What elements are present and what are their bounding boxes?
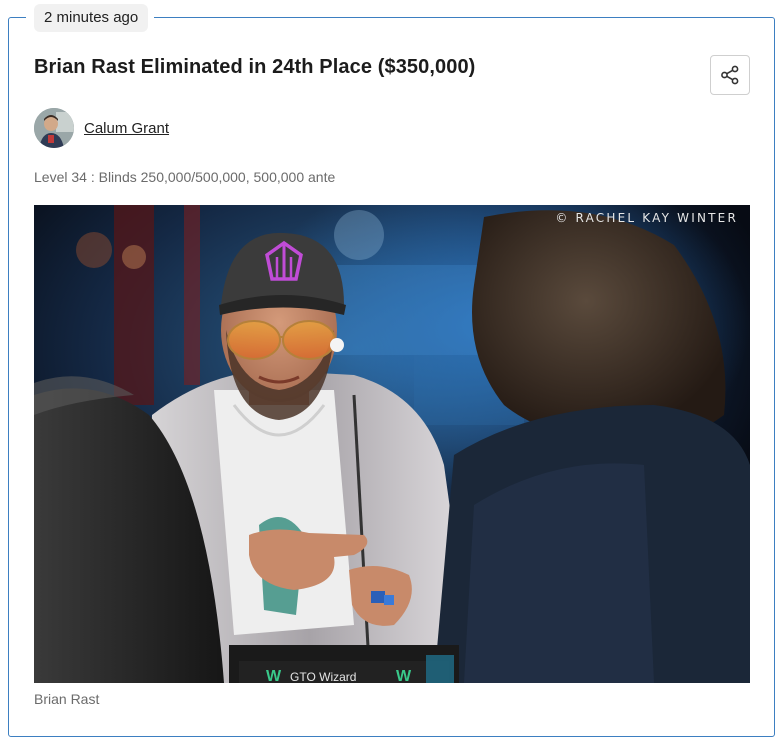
share-icon [721, 65, 739, 85]
author-byline: Calum Grant [34, 108, 169, 148]
time-ago-badge: 2 minutes ago [34, 4, 149, 32]
svg-text:W: W [396, 668, 412, 683]
poker-player-photo: W GTO Wizard W [34, 205, 750, 683]
author-avatar[interactable] [34, 108, 74, 148]
share-button[interactable] [710, 55, 750, 95]
author-name-link[interactable]: Calum Grant [84, 120, 169, 137]
svg-text:GTO Wizard: GTO Wizard [290, 670, 356, 683]
svg-text:W: W [266, 668, 282, 683]
post-photo: W GTO Wizard W © RACHEL KAY WINTER [34, 205, 750, 683]
level-blinds-info: Level 34 : Blinds 250,000/500,000, 500,0… [34, 169, 336, 185]
post-title: Brian Rast Eliminated in 24th Place ($35… [34, 56, 476, 78]
photo-credit: © RACHEL KAY WINTER [555, 211, 738, 225]
photo-caption: Brian Rast [34, 691, 100, 707]
